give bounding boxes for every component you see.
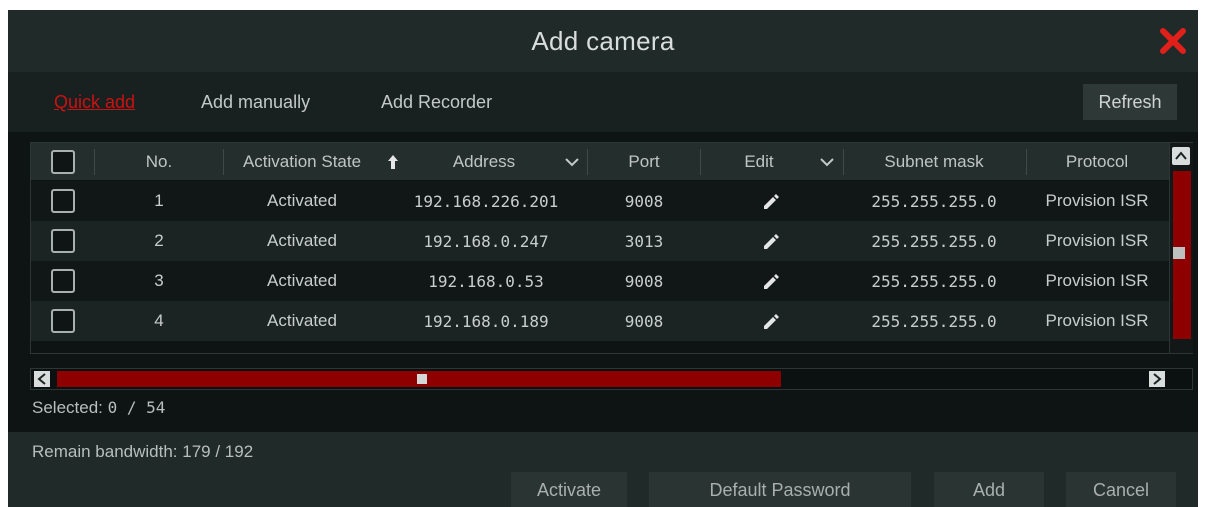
dialog-title: Add camera <box>531 25 675 56</box>
cell-subnet-mask: 255.255.255.0 <box>871 231 997 251</box>
header-edit[interactable]: Edit <box>701 143 817 181</box>
cell-port: 9008 <box>624 271 664 291</box>
sort-arrow-up-icon <box>381 143 405 181</box>
cell-no: 2 <box>154 231 164 250</box>
scroll-grip-icon <box>1173 247 1185 259</box>
table-row[interactable]: 3 Activated 192.168.0.53 9008 255.255.25… <box>31 261 1169 301</box>
row-checkbox[interactable] <box>51 229 75 253</box>
cell-protocol: Provision ISR <box>1045 231 1149 250</box>
table-row[interactable]: 2 Activated 192.168.0.247 3013 255.255.2… <box>31 221 1169 261</box>
footer-bar: Remain bandwidth: 179 / 192 Activate Def… <box>8 432 1198 507</box>
cell-address: 192.168.226.201 <box>413 191 559 211</box>
tab-add-manually[interactable]: Add manually <box>201 92 310 113</box>
header-protocol[interactable]: Protocol <box>1027 143 1167 181</box>
tab-add-recorder[interactable]: Add Recorder <box>381 92 492 113</box>
cell-subnet-mask: 255.255.255.0 <box>871 191 997 211</box>
cell-activation-state: Activated <box>267 231 337 250</box>
cancel-button[interactable]: Cancel <box>1066 472 1176 507</box>
device-list-area: No. Activation State Address Port Edit S… <box>8 132 1198 432</box>
horizontal-scroll-thumb[interactable] <box>57 371 781 387</box>
cell-no: 1 <box>154 191 164 210</box>
cell-protocol: Provision ISR <box>1045 191 1149 210</box>
vertical-scroll-thumb[interactable] <box>1173 171 1191 339</box>
add-button[interactable]: Add <box>934 472 1044 507</box>
activate-button[interactable]: Activate <box>511 472 627 507</box>
selected-value: 0 / 54 <box>107 398 166 417</box>
table-row[interactable]: 1 Activated 192.168.226.201 9008 255.255… <box>31 181 1169 221</box>
header-activation-state[interactable]: Activation State <box>224 143 380 181</box>
edit-pencil-icon[interactable] <box>701 261 841 301</box>
cell-protocol: Provision ISR <box>1045 311 1149 330</box>
vertical-scrollbar[interactable] <box>1169 143 1193 353</box>
cell-subnet-mask: 255.255.255.0 <box>871 311 997 331</box>
header-no[interactable]: No. <box>95 143 223 181</box>
header-subnet-mask[interactable]: Subnet mask <box>844 143 1024 181</box>
cell-port: 9008 <box>624 191 664 211</box>
device-table: No. Activation State Address Port Edit S… <box>30 142 1193 354</box>
cell-address: 192.168.0.53 <box>428 271 544 291</box>
selected-label: Selected: <box>32 398 108 417</box>
default-password-button[interactable]: Default Password <box>649 472 911 507</box>
select-all-checkbox[interactable] <box>51 150 75 174</box>
chevron-down-icon[interactable] <box>820 155 834 169</box>
horizontal-scrollbar[interactable] <box>30 368 1193 390</box>
cell-port: 3013 <box>624 231 664 251</box>
header-address[interactable]: Address <box>409 143 559 181</box>
close-icon[interactable] <box>1158 26 1188 56</box>
tab-quick-add[interactable]: Quick add <box>54 92 135 113</box>
edit-pencil-icon[interactable] <box>701 221 841 261</box>
selected-count: Selected: 0 / 54 <box>32 398 165 418</box>
scroll-up-icon[interactable] <box>1172 147 1190 165</box>
cell-address: 192.168.0.189 <box>423 311 549 331</box>
edit-pencil-icon[interactable] <box>701 181 841 221</box>
add-camera-dialog: Add camera Quick add Add manually Add Re… <box>8 10 1198 507</box>
header-port[interactable]: Port <box>588 143 700 181</box>
row-checkbox[interactable] <box>51 189 75 213</box>
chevron-down-icon[interactable] <box>565 155 579 169</box>
cell-activation-state: Activated <box>267 191 337 210</box>
edit-pencil-icon[interactable] <box>701 301 841 341</box>
tab-bar: Quick add Add manually Add Recorder Refr… <box>8 72 1198 132</box>
cell-no: 4 <box>154 311 164 330</box>
scroll-grip-icon <box>417 374 427 384</box>
cell-protocol: Provision ISR <box>1045 271 1149 290</box>
remaining-bandwidth: Remain bandwidth: 179 / 192 <box>32 442 254 461</box>
cell-no: 3 <box>154 271 164 290</box>
refresh-button[interactable]: Refresh <box>1083 84 1177 120</box>
cell-activation-state: Activated <box>267 311 337 330</box>
table-header: No. Activation State Address Port Edit S… <box>31 143 1169 181</box>
cell-port: 9008 <box>624 311 664 331</box>
table-row[interactable]: 4 Activated 192.168.0.189 9008 255.255.2… <box>31 301 1169 341</box>
scroll-left-icon[interactable] <box>34 371 50 387</box>
scroll-right-icon[interactable] <box>1149 371 1165 387</box>
cell-address: 192.168.0.247 <box>423 231 549 251</box>
cell-activation-state: Activated <box>267 271 337 290</box>
cell-subnet-mask: 255.255.255.0 <box>871 271 997 291</box>
title-bar: Add camera <box>8 10 1198 72</box>
row-checkbox[interactable] <box>51 309 75 333</box>
row-checkbox[interactable] <box>51 269 75 293</box>
